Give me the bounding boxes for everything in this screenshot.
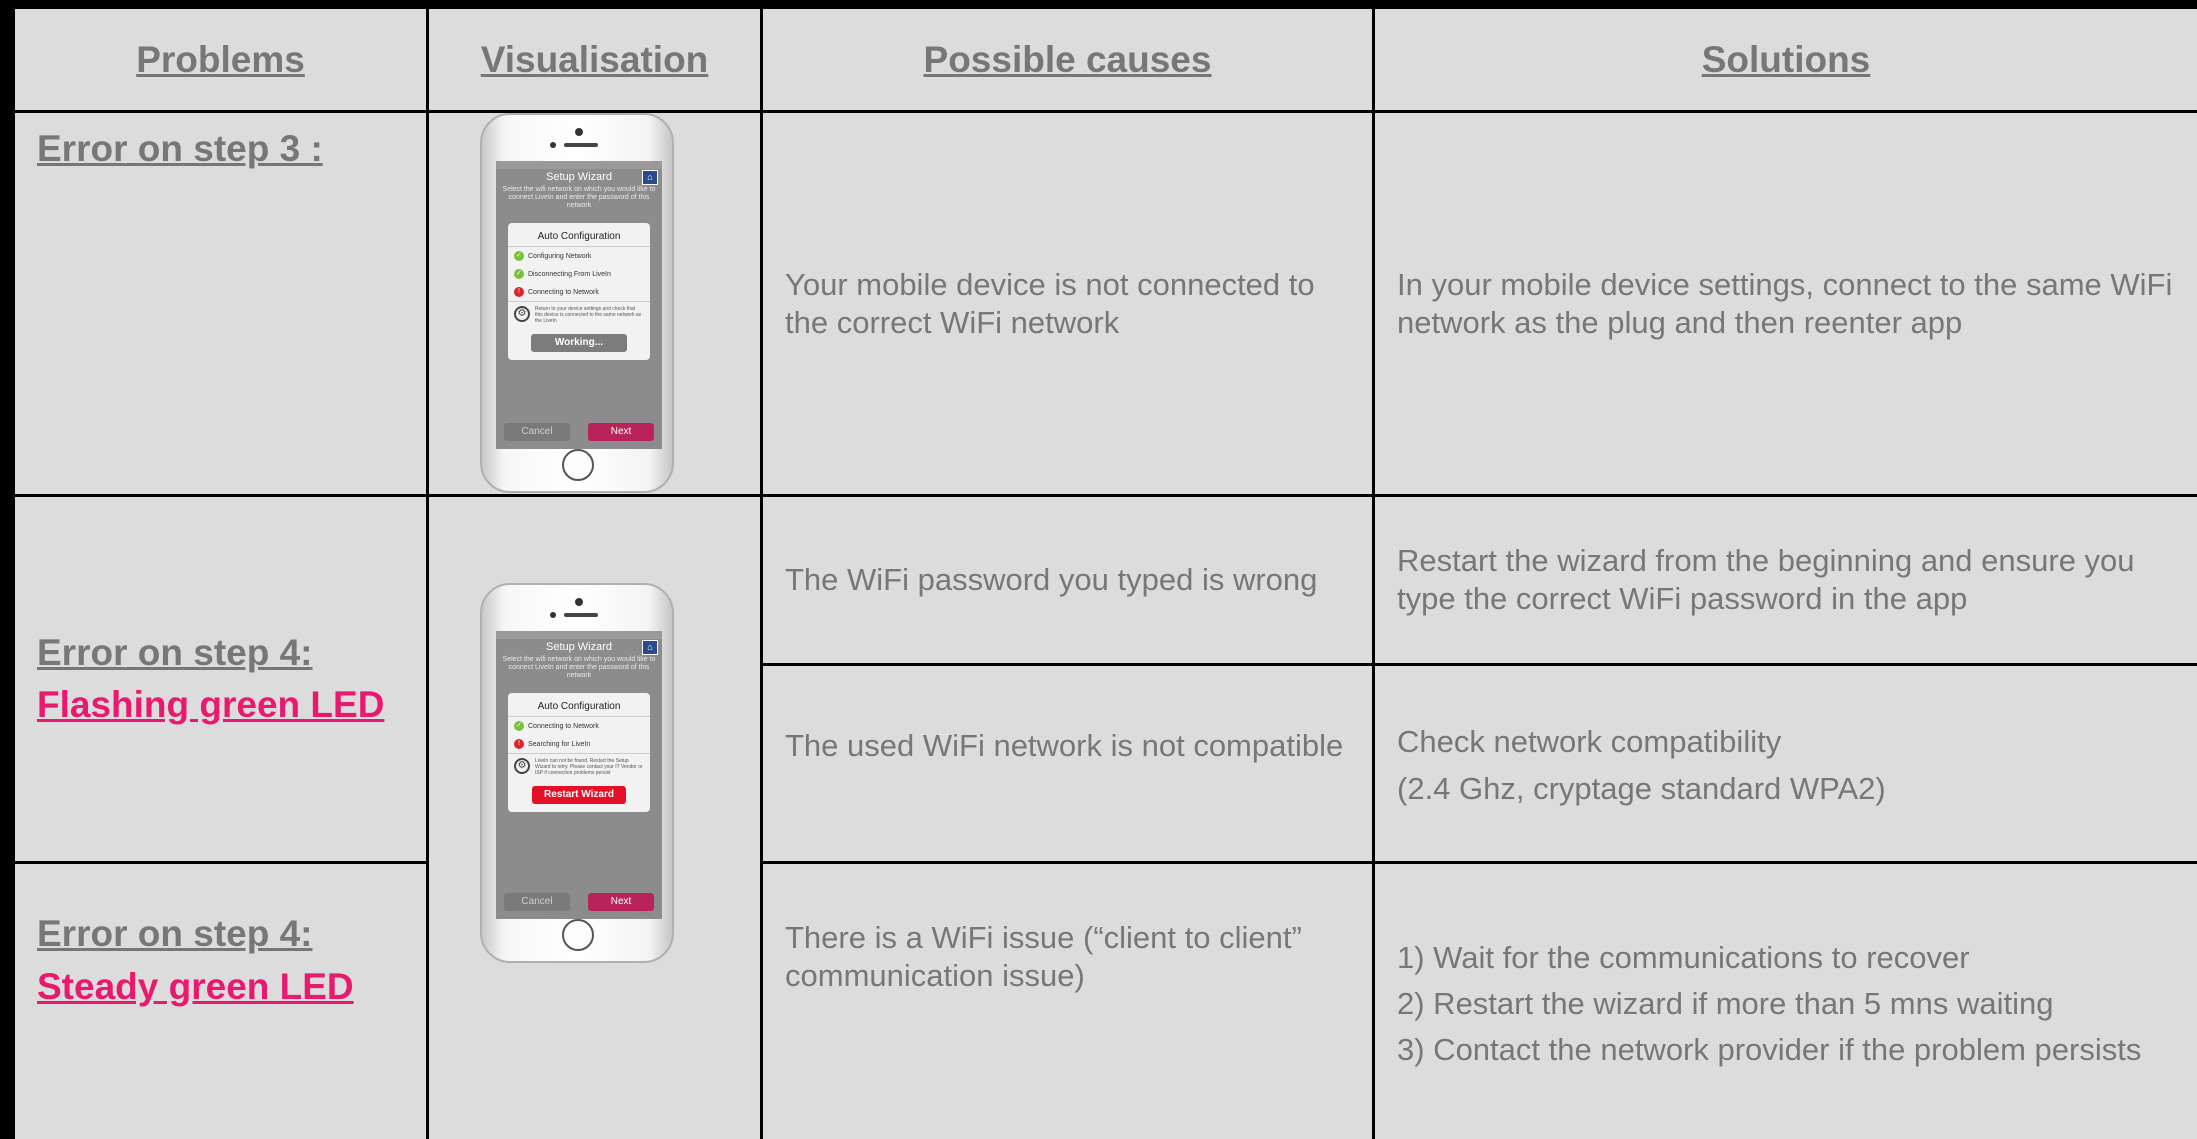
problem-step3: Error on step 3 : [37,128,323,169]
phone-screen: Setup Wizard ⌂ Select the wifi network o… [496,161,662,449]
header-problems: Problems [15,9,426,110]
dialog-title: Auto Configuration [508,693,650,717]
cancel-button[interactable]: Cancel [504,893,570,911]
check-icon: ✓ [514,721,524,731]
phone-mockup-step4: Setup Wizard ⌂ Select the wifi network o… [480,583,674,963]
header-visualisation: Visualisation [429,9,760,110]
solution-cell-step3: In your mobile device settings, connect … [1375,113,2197,494]
cause-incompatible-network: The used WiFi network is not compatible [785,728,1344,763]
status-bar [496,161,662,169]
problem-cell-steady: Error on step 4: Steady green LED [15,864,426,1139]
gear-icon: ⚙ [514,758,530,774]
cause-wrong-password: The WiFi password you typed is wrong [785,562,1318,597]
step-configuring: Configuring Network [528,252,592,260]
camera-icon [575,598,583,606]
phone-screen: Setup Wizard ⌂ Select the wifi network o… [496,631,662,919]
problem-cell-step3: Error on step 3 : [15,113,426,494]
solution-check-compatibility: Check network compatibility [1397,724,1782,759]
step-disconnecting: Disconnecting From LiveIn [528,270,611,278]
speaker-grille [564,143,598,147]
step-searching: Searching for LiveIn [528,740,591,748]
error-icon: ! [514,287,524,297]
camera-icon [575,128,583,136]
cancel-button[interactable]: Cancel [504,423,570,441]
dialog-note: Return to your device settings and check… [535,306,642,324]
header-solutions: Solutions [1375,9,2197,110]
problem-step4-steady-title: Error on step 4: [37,913,313,954]
visualisation-cell-step3: Setup Wizard ⌂ Select the wifi network o… [429,113,760,494]
phone-mockup-step3: Setup Wizard ⌂ Select the wifi network o… [480,113,674,493]
next-button[interactable]: Next [588,893,654,911]
step-connecting: Connecting to Network [528,288,599,296]
solution-wrong-password: Restart the wizard from the beginning an… [1397,543,2135,616]
solution-step-contact: 3) Contact the network provider if the p… [1397,1032,2142,1067]
solution-step-restart: 2) Restart the wizard if more than 5 mns… [1397,986,2054,1021]
problem-cell-flashing: Error on step 4: Flashing green LED [15,497,426,861]
home-icon: ⌂ [642,170,658,185]
header-possible-causes: Possible causes [763,9,1372,110]
problem-flashing-green-led: Flashing green LED [37,684,385,725]
cause-client-to-client: There is a WiFi issue (“client to client… [785,920,1302,993]
dialog-title: Auto Configuration [508,223,650,247]
solution-cell-client: 1) Wait for the communications to recove… [1375,864,2197,1139]
next-button[interactable]: Next [588,423,654,441]
home-button[interactable] [562,919,594,951]
status-bar [496,631,662,639]
visualisation-cell-step4: Setup Wizard ⌂ Select the wifi network o… [429,497,760,1139]
setup-wizard-subtitle: Select the wifi network on which you wou… [502,656,656,679]
working-button[interactable]: Working... [531,334,627,352]
home-button[interactable] [562,449,594,481]
cause-cell-step3: Your mobile device is not connected to t… [763,113,1372,494]
auto-config-dialog: Auto Configuration ✓ Configuring Network … [508,223,650,360]
speaker-grille [564,613,598,617]
problem-steady-green-led: Steady green LED [37,966,354,1007]
cause-step3: Your mobile device is not connected to t… [785,267,1315,340]
troubleshooting-table: Problems Visualisation Possible causes S… [0,0,2197,1139]
cause-cell-network: The used WiFi network is not compatible [763,666,1372,861]
step-connecting: Connecting to Network [528,722,599,730]
dialog-note: LiveIn can not be found. Restart the Set… [535,758,643,776]
solution-cell-network: Check network compatibility (2.4 Ghz, cr… [1375,666,2197,861]
cause-cell-password: The WiFi password you typed is wrong [763,497,1372,663]
setup-wizard-title: Setup Wizard [545,171,613,183]
cause-cell-client: There is a WiFi issue (“client to client… [763,864,1372,1139]
check-icon: ✓ [514,269,524,279]
solution-step3: In your mobile device settings, connect … [1397,267,2173,340]
check-icon: ✓ [514,251,524,261]
sensor-dot [550,142,556,148]
gear-icon: ⚙ [514,306,530,322]
solution-network-standards: (2.4 Ghz, cryptage standard WPA2) [1397,771,1886,806]
error-icon: ! [514,739,524,749]
solution-step-wait: 1) Wait for the communications to recove… [1397,940,1970,975]
sensor-dot [550,612,556,618]
restart-wizard-button[interactable]: Restart Wizard [532,786,626,804]
solution-cell-password: Restart the wizard from the beginning an… [1375,497,2197,663]
problem-step4-flashing-title: Error on step 4: [37,632,313,673]
auto-config-dialog: Auto Configuration ✓ Connecting to Networ… [508,693,650,812]
setup-wizard-title: Setup Wizard [545,641,613,653]
setup-wizard-subtitle: Select the wifi network on which you wou… [502,186,656,209]
home-icon: ⌂ [642,640,658,655]
